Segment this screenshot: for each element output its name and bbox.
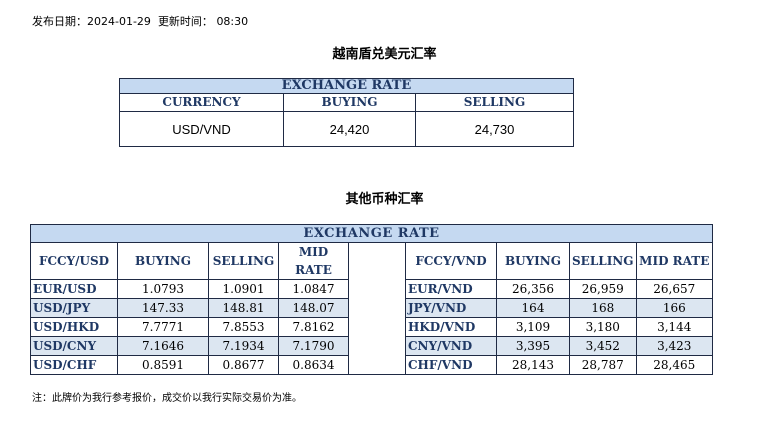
pair-cell: EUR/USD (30, 279, 118, 299)
mid-rate-cell: 0.8634 (278, 355, 349, 375)
right-buying-column-header: BUYING (496, 242, 570, 280)
pair-cell: USD/HKD (30, 317, 118, 337)
table-row: USD/CHF 0.8591 0.8677 0.8634 CHF/VND 28,… (30, 355, 714, 375)
buying-cell: 147.33 (117, 298, 209, 318)
selling-cell: 148.81 (208, 298, 279, 318)
currency-cell: USD/VND (119, 111, 284, 147)
selling-cell: 0.8677 (208, 355, 279, 375)
mid-rate-cell: 148.07 (278, 298, 349, 318)
selling-cell: 3,452 (569, 336, 637, 356)
pair-cell: EUR/VND (405, 279, 497, 299)
mid-rate-cell: 26,657 (635, 279, 714, 299)
column-gap (348, 298, 406, 318)
exchange-rate-header: EXCHANGE RATE (119, 78, 574, 94)
publish-date: 2024-01-29 (87, 15, 151, 28)
mid-rate-cell: 3,144 (635, 317, 714, 337)
table-row: USD/HKD 7.7771 7.8553 7.8162 HKD/VND 3,1… (30, 317, 714, 337)
fccy-usd-column-header: FCCY/USD (30, 242, 118, 280)
left-selling-column-header: SELLING (208, 242, 279, 280)
selling-cell: 3,180 (569, 317, 637, 337)
mid-rate-cell: 1.0847 (278, 279, 349, 299)
selling-cell: 1.0901 (208, 279, 279, 299)
publish-label: 发布日期： (32, 15, 87, 28)
left-buying-column-header: BUYING (117, 242, 209, 280)
table-row: EUR/USD 1.0793 1.0901 1.0847 EUR/VND 26,… (30, 279, 714, 299)
buying-cell: 26,356 (496, 279, 570, 299)
column-gap (348, 336, 406, 356)
other-currencies-section-title: 其他币种汇率 (345, 192, 424, 207)
mid-rate-cell: 166 (635, 298, 714, 318)
update-time: 08:30 (216, 15, 249, 28)
table-row: USD/VND 24,420 24,730 (119, 111, 574, 147)
column-gap (348, 317, 406, 337)
currency-column-header: CURRENCY (119, 93, 284, 112)
selling-cell: 28,787 (569, 355, 637, 375)
column-gap (348, 279, 406, 299)
table-row: USD/CNY 7.1646 7.1934 7.1790 CNY/VND 3,3… (30, 336, 714, 356)
buying-cell: 3,395 (496, 336, 570, 356)
pair-cell: CNY/VND (405, 336, 497, 356)
buying-cell: 24,420 (283, 111, 416, 147)
pair-cell: USD/CHF (30, 355, 118, 375)
buying-cell: 28,143 (496, 355, 570, 375)
pair-cell: USD/CNY (30, 336, 118, 356)
mid-rate-cell: 7.1790 (278, 336, 349, 356)
exchange-rate-header: EXCHANGE RATE (30, 224, 713, 243)
fccy-vnd-column-header: FCCY/VND (405, 242, 497, 280)
buying-cell: 0.8591 (117, 355, 209, 375)
selling-cell: 24,730 (415, 111, 574, 147)
table-row: USD/JPY 147.33 148.81 148.07 JPY/VND 164… (30, 298, 714, 318)
mid-rate-cell: 3,423 (635, 336, 714, 356)
mid-rate-cell: 7.8162 (278, 317, 349, 337)
right-mid-rate-column-header: MID RATE (635, 242, 714, 280)
buying-column-header: BUYING (283, 93, 416, 112)
pair-cell: CHF/VND (405, 355, 497, 375)
right-selling-column-header: SELLING (569, 242, 637, 280)
selling-column-header: SELLING (415, 93, 574, 112)
column-gap (348, 355, 406, 375)
column-gap (348, 242, 406, 280)
buying-cell: 1.0793 (117, 279, 209, 299)
disclaimer-note: 注：此牌价为我行参考报价，成交价以我行实际交易价为准。 (32, 393, 302, 404)
pair-cell: HKD/VND (405, 317, 497, 337)
other-currencies-rate-table: EXCHANGE RATE FCCY/USD BUYING SELLING MI… (30, 224, 714, 375)
selling-cell: 168 (569, 298, 637, 318)
selling-cell: 26,959 (569, 279, 637, 299)
buying-cell: 3,109 (496, 317, 570, 337)
usd-vnd-section-title: 越南盾兑美元汇率 (332, 47, 437, 62)
selling-cell: 7.1934 (208, 336, 279, 356)
selling-cell: 7.8553 (208, 317, 279, 337)
pair-cell: USD/JPY (30, 298, 118, 318)
pair-cell: JPY/VND (405, 298, 497, 318)
left-mid-rate-column-header: MID RATE (278, 242, 349, 280)
publish-info: 发布日期：2024-01-29 更新时间： 08:30 (32, 13, 248, 29)
buying-cell: 7.7771 (117, 317, 209, 337)
buying-cell: 164 (496, 298, 570, 318)
mid-rate-cell: 28,465 (635, 355, 714, 375)
usd-vnd-rate-table: EXCHANGE RATE CURRENCY BUYING SELLING US… (119, 78, 574, 147)
buying-cell: 7.1646 (117, 336, 209, 356)
update-label: 更新时间： (157, 15, 213, 28)
